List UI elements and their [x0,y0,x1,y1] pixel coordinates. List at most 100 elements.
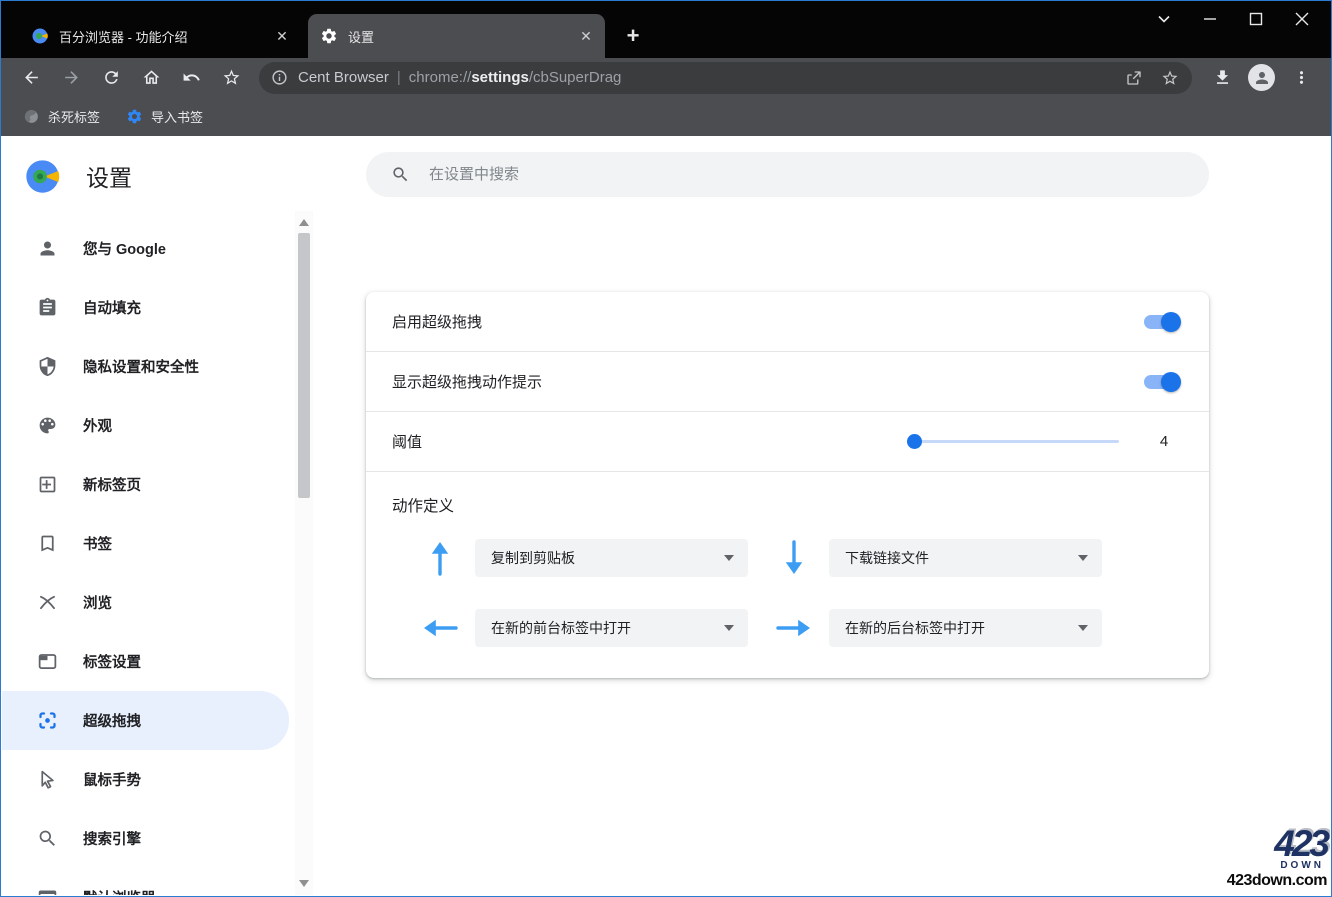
maximize-button[interactable] [1233,5,1279,33]
clipboard-icon [37,297,58,318]
bookmark-kill-tab[interactable]: 杀死标签 [15,103,108,130]
drag-right-action-select[interactable]: 在新的后台标签中打开 [829,609,1102,647]
menu-kebab-icon[interactable] [1281,62,1321,94]
sidebar-item-label: 鼠标手势 [83,769,141,790]
browser-icon [37,887,58,895]
setting-row-show-action-hint: 显示超级拖拽动作提示 [366,352,1209,412]
window-controls [1141,5,1325,33]
restore-tab-button[interactable] [171,62,211,94]
chevron-down-icon [724,625,734,631]
address-bar[interactable]: Cent Browser|chrome://settings/cbSuperDr… [259,62,1192,94]
url-path: /cbSuperDrag [529,69,622,86]
sidebar-item-browsing[interactable]: 浏览 [2,573,295,632]
tab-cent-intro[interactable]: 百分浏览器 - 功能介绍 ✕ [19,14,301,58]
search-icon [37,828,58,849]
bookmark-all-star-icon[interactable] [211,62,251,94]
tab-title: 百分浏览器 - 功能介绍 [59,27,263,46]
sidebar-item-autofill[interactable]: 自动填充 [2,278,295,337]
sidebar-item-label: 浏览 [83,592,112,613]
setting-label: 显示超级拖拽动作提示 [392,371,1144,392]
home-button[interactable] [131,62,171,94]
sidebar-item-tab-settings[interactable]: 标签设置 [2,632,295,691]
sidebar-item-bookmarks[interactable]: 书签 [2,514,295,573]
sidebar-item-label: 默认浏览器 [83,887,156,895]
sidebar-item-new-tab-page[interactable]: 新标签页 [2,455,295,514]
refresh-button[interactable] [91,62,131,94]
tab-title: 设置 [348,27,567,46]
sidebar-item-privacy-security[interactable]: 隐私设置和安全性 [2,337,295,396]
action-definitions: 动作定义 复制到剪贴板 下载链接文件 [366,472,1209,678]
sidebar-item-appearance[interactable]: 外观 [2,396,295,455]
enable-super-drag-toggle[interactable] [1144,315,1178,329]
sidebar-item-label: 隐私设置和安全性 [83,356,199,377]
palette-icon [37,415,58,436]
page-title: 设置 [86,159,132,193]
setting-label: 启用超级拖拽 [392,311,1144,332]
scrollbar-down-arrow[interactable] [299,880,309,887]
sidebar-scrollbar[interactable] [295,211,313,895]
scrollbar-up-arrow[interactable] [299,219,309,226]
sidebar-item-search-engine[interactable]: 搜索引擎 [2,809,295,868]
drag-left-action-select[interactable]: 在新的前台标签中打开 [475,609,748,647]
browser-window: { "tabs": [ { "title": "百分浏览器 - 功能介绍" },… [0,0,1332,897]
cent-browser-favicon [31,27,49,45]
sidebar-item-super-drag[interactable]: 超级拖拽 [2,691,289,750]
url-text: Cent Browser|chrome://settings/cbSuperDr… [298,69,1116,86]
setting-row-threshold: 阈值 4 [366,412,1209,472]
show-action-hint-toggle[interactable] [1144,375,1178,389]
cent-browser-logo [24,158,61,195]
minimize-button[interactable] [1187,5,1233,33]
slider-knob[interactable] [907,434,922,449]
person-icon [37,238,58,259]
scrollbar-thumb[interactable] [298,233,310,498]
url-site-name: Cent Browser [298,69,389,86]
settings-search-input[interactable] [429,166,1209,183]
chevron-down-icon [1078,625,1088,631]
close-button[interactable] [1279,5,1325,33]
profile-avatar[interactable] [1248,64,1275,91]
sidebar-item-label: 书签 [83,533,112,554]
search-icon [391,165,410,184]
sidebar-item-label: 外观 [83,415,112,436]
globe-icon [23,108,40,125]
shield-icon [37,356,58,377]
sidebar-item-label: 自动填充 [83,297,141,318]
back-button[interactable] [11,62,51,94]
tab-icon [37,651,58,672]
actions-title: 动作定义 [392,494,1183,516]
settings-search[interactable] [366,152,1209,197]
sidebar-item-you-and-google[interactable]: 您与 Google [2,219,295,278]
new-tab-button[interactable]: + [618,21,648,51]
sidebar-item-mouse-gestures[interactable]: 鼠标手势 [2,750,295,809]
downloads-icon[interactable] [1202,62,1242,94]
setting-row-enable-super-drag: 启用超级拖拽 [366,292,1209,352]
sidebar-item-label: 标签设置 [83,651,141,672]
settings-header: 设置 [2,136,295,216]
bookmarks-bar: 杀死标签 导入书签 [1,97,1331,136]
tab-search-chevron-icon[interactable] [1141,5,1187,33]
tab-close-icon[interactable]: ✕ [577,27,595,45]
drag-up-action-select[interactable]: 复制到剪贴板 [475,539,748,577]
settings-sidebar: 设置 您与 Google 自动填充 隐私设置和安全性 外观 新标签页 [2,136,295,895]
bookmark-import[interactable]: 导入书签 [118,103,211,130]
url-scheme: chrome:// [409,69,472,86]
forward-button[interactable] [51,62,91,94]
url-host: settings [471,69,529,86]
share-icon[interactable] [1116,62,1152,94]
drag-left-arrow-icon [418,606,462,650]
super-drag-icon [37,710,58,731]
drag-up-arrow-icon [418,536,462,580]
drag-down-action-select[interactable]: 下载链接文件 [829,539,1102,577]
page-info-icon[interactable] [271,69,288,86]
browse-icon [37,592,58,613]
bookmark-star-icon[interactable] [1152,62,1188,94]
settings-page: 设置 您与 Google 自动填充 隐私设置和安全性 外观 新标签页 [2,136,1330,895]
threshold-slider[interactable] [910,440,1119,443]
tab-close-icon[interactable]: ✕ [273,27,291,45]
action-row: 在新的前台标签中打开 在新的后台标签中打开 [392,606,1183,650]
bookmark-label: 导入书签 [151,107,203,126]
sidebar-item-label: 搜索引擎 [83,828,141,849]
sidebar-item-label: 您与 Google [83,238,166,259]
tab-settings[interactable]: 设置 ✕ [308,14,605,58]
sidebar-item-default-browser[interactable]: 默认浏览器 [2,868,295,895]
